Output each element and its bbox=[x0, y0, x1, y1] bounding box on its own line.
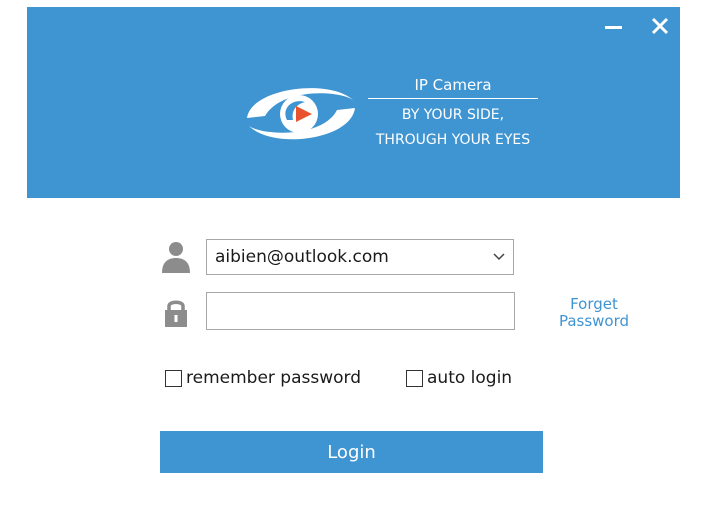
tagline-line-2: THROUGH YOUR EYES bbox=[375, 132, 531, 148]
forget-password-line-2: Password bbox=[558, 312, 630, 330]
auto-login-option[interactable]: auto login bbox=[406, 367, 512, 389]
login-window: IP Camera BY YOUR SIDE, THROUGH YOUR EYE… bbox=[0, 0, 718, 508]
remember-password-label: remember password bbox=[186, 368, 362, 388]
close-icon bbox=[651, 17, 669, 35]
account-select[interactable]: aibien@outlook.com bbox=[206, 239, 514, 275]
ip-camera-logo-icon bbox=[247, 88, 355, 140]
tagline-line-1: BY YOUR SIDE, bbox=[401, 107, 505, 123]
product-name: IP Camera bbox=[368, 75, 538, 99]
minimize-button[interactable] bbox=[599, 14, 627, 38]
user-icon bbox=[162, 242, 190, 273]
auto-login-checkbox[interactable] bbox=[406, 369, 423, 387]
account-value: aibien@outlook.com bbox=[215, 247, 389, 267]
login-button[interactable]: Login bbox=[160, 431, 543, 473]
tagline: IP Camera BY YOUR SIDE, THROUGH YOUR EYE… bbox=[363, 75, 543, 150]
forget-password-line-1: Forget bbox=[570, 295, 618, 313]
close-button[interactable] bbox=[646, 14, 674, 38]
password-input[interactable] bbox=[206, 292, 515, 330]
minimize-icon bbox=[604, 25, 622, 29]
header-banner: IP Camera BY YOUR SIDE, THROUGH YOUR EYE… bbox=[27, 7, 680, 198]
lock-icon bbox=[165, 300, 187, 327]
chevron-down-icon[interactable] bbox=[485, 240, 513, 274]
auto-login-label: auto login bbox=[427, 368, 513, 388]
remember-password-option[interactable]: remember password bbox=[165, 367, 361, 389]
remember-password-checkbox[interactable] bbox=[165, 369, 182, 387]
forget-password-link[interactable]: Forget Password bbox=[546, 296, 642, 330]
